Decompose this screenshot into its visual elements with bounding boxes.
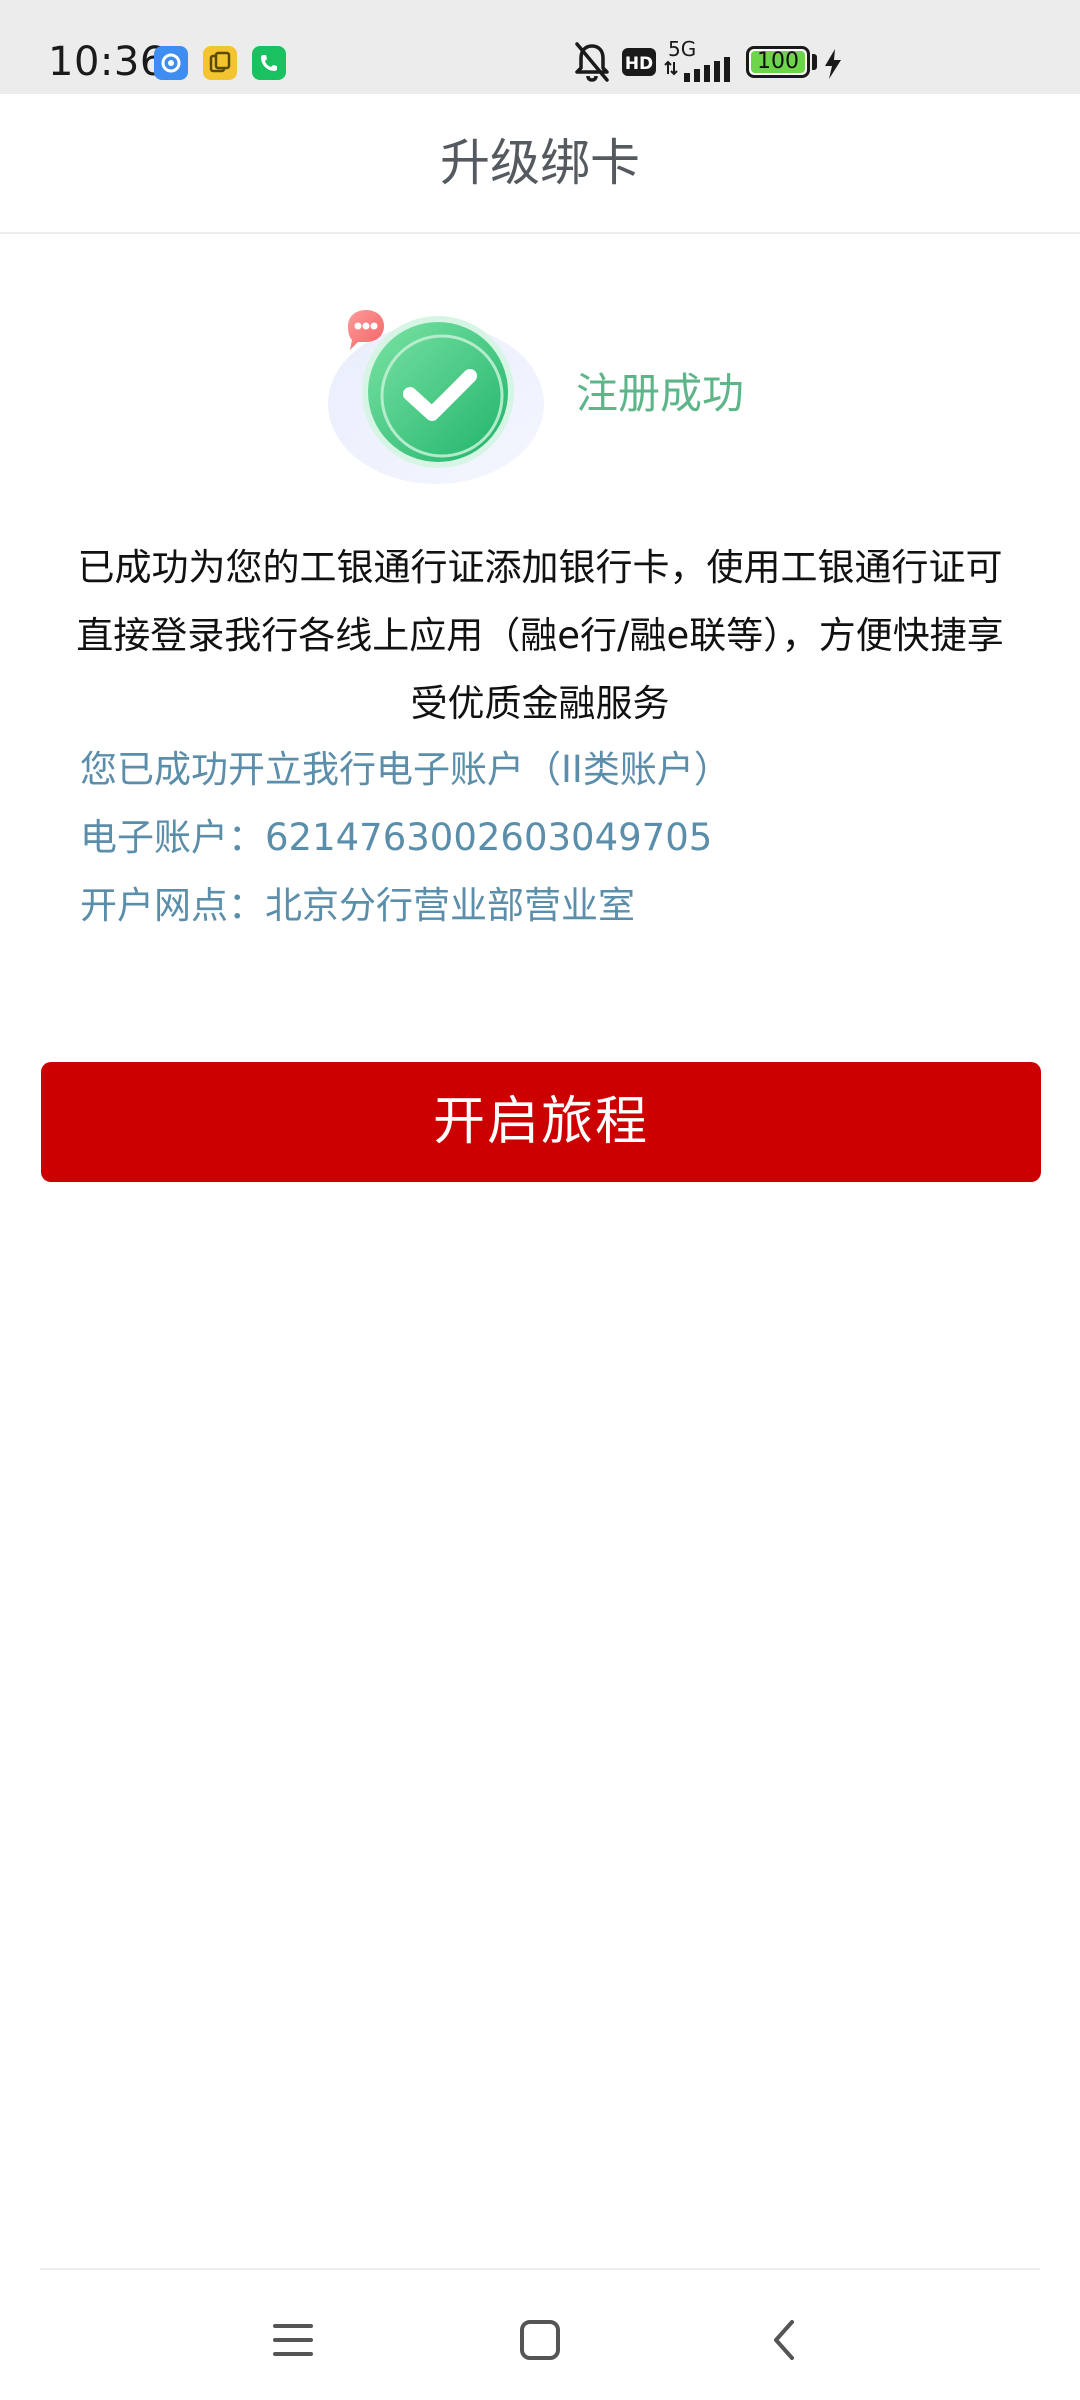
account-number-value: 6214763002603049705 [265, 816, 713, 859]
hd-badge-text: HD [625, 54, 653, 74]
branch-label: 开户网点： [80, 884, 265, 927]
branch-value: 北京分行营业部营业室 [265, 884, 635, 927]
battery-icon: 100 [746, 46, 810, 78]
start-journey-button[interactable]: 开启旅程 [41, 1062, 1041, 1182]
battery-level: 100 [757, 49, 799, 74]
page-title: 升级绑卡 [440, 134, 640, 192]
bell-off-icon [572, 38, 612, 88]
status-time: 10:36 [48, 39, 166, 85]
phone-icon [252, 46, 286, 80]
status-bar: 10:36 HD 5G 100 [0, 0, 1080, 94]
account-number-label: 电子账户： [80, 816, 265, 859]
app-yellow-icon [203, 46, 237, 80]
app-blue-icon [154, 46, 188, 80]
success-title: 注册成功 [576, 369, 745, 418]
battery-tip [812, 54, 817, 70]
back-icon[interactable] [746, 2300, 826, 2380]
charging-bolt-icon [822, 48, 844, 98]
home-icon[interactable] [500, 2300, 580, 2380]
nav-divider [40, 2268, 1040, 2270]
hd-icon: HD [622, 46, 656, 96]
account-opened-notice: 您已成功开立我行电子账户（II类账户） [80, 748, 731, 791]
account-number-row: 电子账户：6214763002603049705 [80, 808, 712, 868]
branch-row: 开户网点：北京分行营业部营业室 [80, 876, 635, 936]
check-success-icon [318, 292, 558, 492]
success-description: 已成功为您的工银通行证添加银行卡，使用工银通行证可直接登录我行各线上应用（融e行… [76, 546, 1004, 725]
menu-icon[interactable] [253, 2300, 333, 2380]
page-header: 升级绑卡 [0, 94, 1080, 234]
